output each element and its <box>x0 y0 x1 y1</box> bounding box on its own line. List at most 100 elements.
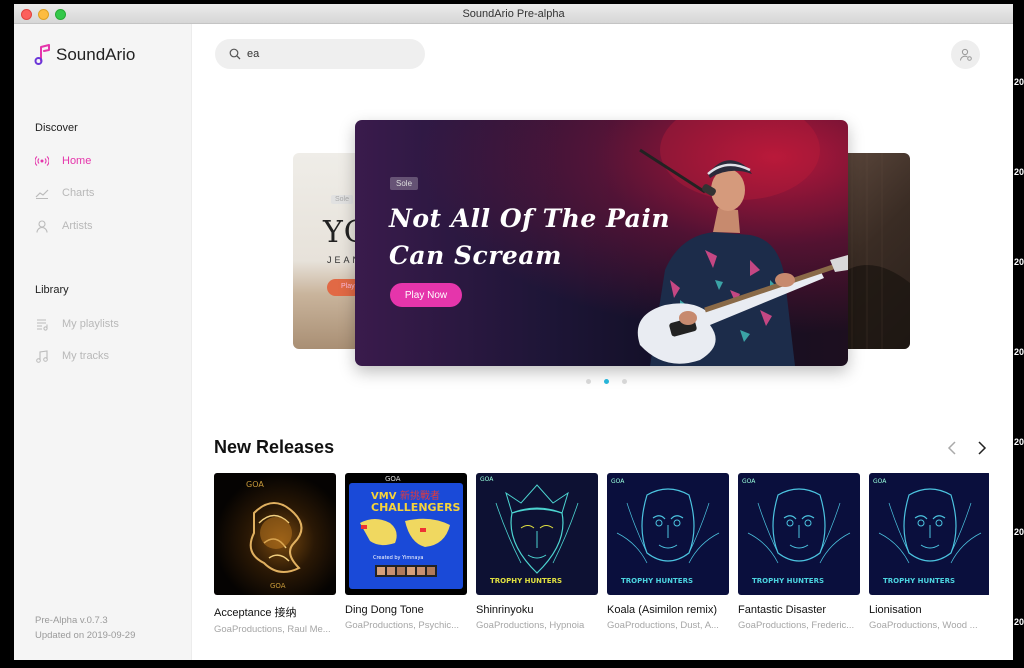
cover-label: GOA <box>246 480 264 489</box>
search-input[interactable] <box>247 48 407 60</box>
search-bar[interactable] <box>215 39 425 69</box>
main-content: Sole YO JEAN Play <box>192 24 1013 660</box>
chart-icon <box>35 186 49 200</box>
chevron-left-icon <box>947 441 956 455</box>
chevron-right-icon <box>978 441 987 455</box>
cover-label: GOA <box>385 475 401 483</box>
edge-fragment: 20 <box>1014 257 1024 267</box>
banner-slide-next[interactable] <box>842 153 910 349</box>
sidebar-item-home[interactable]: Home <box>35 154 91 168</box>
edge-fragment: 20 <box>1014 167 1024 177</box>
album-card[interactable]: GOA GOA Acceptance 接纳 GoaProductions, Ra… <box>214 473 336 635</box>
album-title: Ding Dong Tone <box>345 604 424 616</box>
album-card[interactable]: GOA TROPHY HUNTERS Lionisation GoaProduc… <box>869 473 989 631</box>
carousel-dot-active[interactable] <box>604 379 609 384</box>
album-artists: GoaProductions, Hypnoia <box>476 620 585 631</box>
search-icon <box>229 48 241 60</box>
library-heading: Library <box>35 284 69 296</box>
edge-fragment: 20 <box>1014 617 1024 627</box>
edge-fragment: 20 <box>1014 77 1024 87</box>
discover-heading: Discover <box>35 122 78 134</box>
album-title: Fantastic Disaster <box>738 604 827 616</box>
cover-label: GOA <box>270 582 286 590</box>
album-artists: GoaProductions, Wood ... <box>869 620 978 631</box>
cover-text: TROPHY HUNTERS <box>752 577 824 585</box>
music-note-icon <box>35 349 49 363</box>
album-cover[interactable]: GOA TROPHY HUNTERS <box>738 473 860 595</box>
album-cover[interactable]: GOA TROPHY HUNTERS <box>476 473 598 595</box>
app-name: SoundArio <box>56 45 136 64</box>
version-label: Pre-Alpha v.0.7.3 <box>35 615 108 626</box>
album-card[interactable]: GOA TROPHY HUNTERS Fantastic Disaster Go… <box>738 473 860 631</box>
sidebar-item-label: Charts <box>62 187 95 199</box>
carousel-next-button[interactable] <box>974 440 990 456</box>
sidebar-item-label: My playlists <box>62 318 119 330</box>
banner-title-line: Can Scream <box>389 241 562 270</box>
sidebar-item-my-playlists[interactable]: My playlists <box>35 317 119 331</box>
banner-tag: Sole <box>390 177 419 190</box>
edge-fragment: 20 <box>1014 527 1024 537</box>
cover-label: GOA <box>480 476 494 483</box>
album-title: Lionisation <box>869 604 922 616</box>
album-artwork-mask: GOA TROPHY HUNTERS <box>611 478 720 585</box>
cover-text: TROPHY HUNTERS <box>883 577 955 585</box>
album-cover[interactable]: GOA TROPHY HUNTERS <box>869 473 989 595</box>
carousel-dot[interactable] <box>586 379 591 384</box>
carousel-prev-button[interactable] <box>944 440 960 456</box>
playlist-icon <box>35 317 49 331</box>
cover-text: TROPHY HUNTERS <box>621 577 693 585</box>
album-artwork-shaman: GOA TROPHY HUNTERS <box>480 476 579 585</box>
album-artwork-dragon: GOA GOA <box>246 480 303 590</box>
sidebar-item-charts[interactable]: Charts <box>35 186 94 200</box>
cover-label: GOA <box>873 478 887 485</box>
album-artists: GoaProductions, Dust, A... <box>607 620 719 631</box>
cover-label: GOA <box>611 478 625 485</box>
app-logo[interactable]: SoundArio <box>34 44 135 66</box>
album-artists: GoaProductions, Raul Me... <box>214 624 331 635</box>
broadcast-icon <box>35 154 49 168</box>
album-artwork-challengers: GOA VMV 新挑戰者 CHALLENGERS Created by Yimn… <box>349 475 463 589</box>
app-window: SoundArio Pre-alpha SoundArio Discover H… <box>14 4 1013 660</box>
album-card[interactable]: GOA VMV 新挑戰者 CHALLENGERS Created by Yimn… <box>345 473 467 631</box>
user-settings-icon <box>959 48 972 61</box>
edge-fragment: 20 <box>1014 347 1024 357</box>
banner-tag: Sole <box>331 195 354 204</box>
version-info: Pre-Alpha v.0.7.3 Updated on 2019-09-29 <box>35 613 135 643</box>
album-title: Koala (Asimilon remix) <box>607 604 718 616</box>
section-title-new-releases: New Releases <box>214 437 335 457</box>
title-bar: SoundArio Pre-alpha <box>14 4 1013 24</box>
album-artists: GoaProductions, Psychic... <box>345 620 460 631</box>
album-artwork-mask: GOA TROPHY HUNTERS <box>873 478 982 585</box>
banner-title-line: Not All Of The Pain <box>389 204 670 233</box>
carousel-dot[interactable] <box>622 379 627 384</box>
album-card[interactable]: GOA TROPHY HUNTERS Koala (Asimilon remix… <box>607 473 729 631</box>
album-artists: GoaProductions, Frederic... <box>738 620 855 631</box>
cover-text: Created by Yimnaya <box>373 555 424 561</box>
cover-text: CHALLENGERS <box>371 501 461 514</box>
person-icon <box>35 219 49 233</box>
sidebar-item-label: Home <box>62 155 92 167</box>
edge-fragment: 20 <box>1014 437 1024 447</box>
album-cover[interactable]: GOA VMV 新挑戰者 CHALLENGERS Created by Yimn… <box>345 473 467 595</box>
cover-text: TROPHY HUNTERS <box>490 577 562 585</box>
album-title: Acceptance 接纳 <box>214 607 297 619</box>
carousel-indicators <box>586 379 627 384</box>
banner-side-artwork <box>842 153 910 349</box>
updated-label: Updated on 2019-09-29 <box>35 630 136 641</box>
window-title: SoundArio Pre-alpha <box>462 8 565 20</box>
album-card[interactable]: GOA TROPHY HUNTERS Shinrinyoku GoaProduc… <box>476 473 598 631</box>
album-artwork-mask: GOA TROPHY HUNTERS <box>742 478 851 585</box>
sidebar: SoundArio Discover Home Charts Artists L… <box>14 24 192 660</box>
banner-title: Not All Of The Pain Can Scream <box>389 200 670 274</box>
cover-label: GOA <box>742 478 756 485</box>
album-cover[interactable]: GOA TROPHY HUNTERS <box>607 473 729 595</box>
album-cover[interactable]: GOA GOA <box>214 473 336 595</box>
music-note-logo-icon <box>34 44 50 65</box>
sidebar-item-label: Artists <box>62 220 93 232</box>
sidebar-item-artists[interactable]: Artists <box>35 219 93 233</box>
sidebar-item-my-tracks[interactable]: My tracks <box>35 349 109 363</box>
featured-banner[interactable]: Sole Not All Of The Pain Can Scream Play… <box>355 120 848 366</box>
play-now-button[interactable]: Play Now <box>390 283 462 307</box>
sidebar-item-label: My tracks <box>62 350 110 362</box>
user-avatar-button[interactable] <box>951 40 980 69</box>
